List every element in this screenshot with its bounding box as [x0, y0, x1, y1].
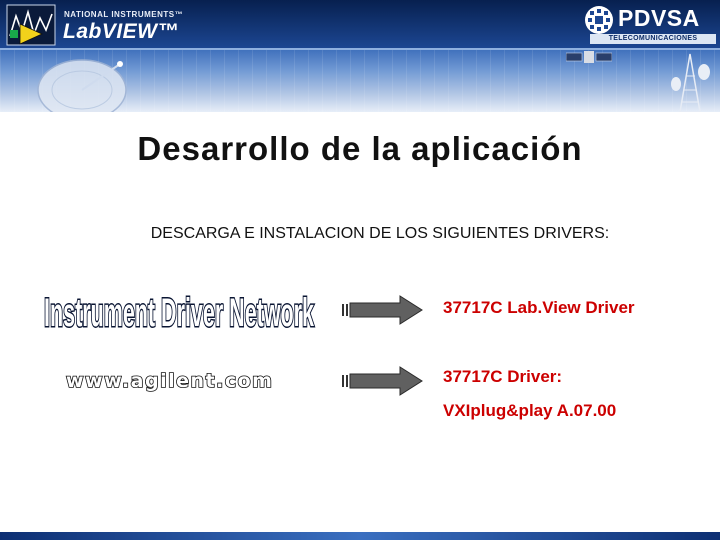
arrow-right-icon: [342, 366, 423, 396]
satellite-icon: [566, 51, 612, 63]
agilent-website-link[interactable]: www.agilent.com: [65, 369, 273, 393]
labview-driver-label: 37717C Lab.View Driver: [443, 298, 635, 317]
pdvsa-division: TELECOMUNICACIONES: [590, 34, 716, 44]
instrument-driver-network-text: Instrument Driver Network: [44, 291, 314, 335]
footer-bar: [0, 532, 720, 540]
slide-subtitle: DESCARGA E INSTALACION DE LOS SIGUIENTES…: [150, 225, 610, 242]
driver-label: 37717C Driver:: [443, 367, 563, 386]
pdvsa-logo-icon: [585, 6, 613, 34]
labview-logo-icon: [6, 4, 56, 46]
pdvsa-company-name: PDVSA: [618, 5, 700, 31]
labview-product-name: LabVIEW™: [63, 20, 180, 43]
vxi-driver-label: VXIplug&play A.07.00: [443, 401, 617, 420]
ni-brand-text: NATIONAL INSTRUMENTS™: [64, 10, 184, 19]
header-banner: NATIONAL INSTRUMENTS™ LabVIEW™ PDVSA TEL…: [0, 0, 720, 112]
antenna-tower-icon: [671, 53, 710, 112]
arrow-right-icon: [342, 295, 423, 325]
instrument-driver-network-logo: Instrument Driver Network: [43, 290, 316, 337]
satellite-dish-icon: [37, 59, 127, 112]
slide-title: Desarrollo de la aplicación: [137, 130, 583, 167]
